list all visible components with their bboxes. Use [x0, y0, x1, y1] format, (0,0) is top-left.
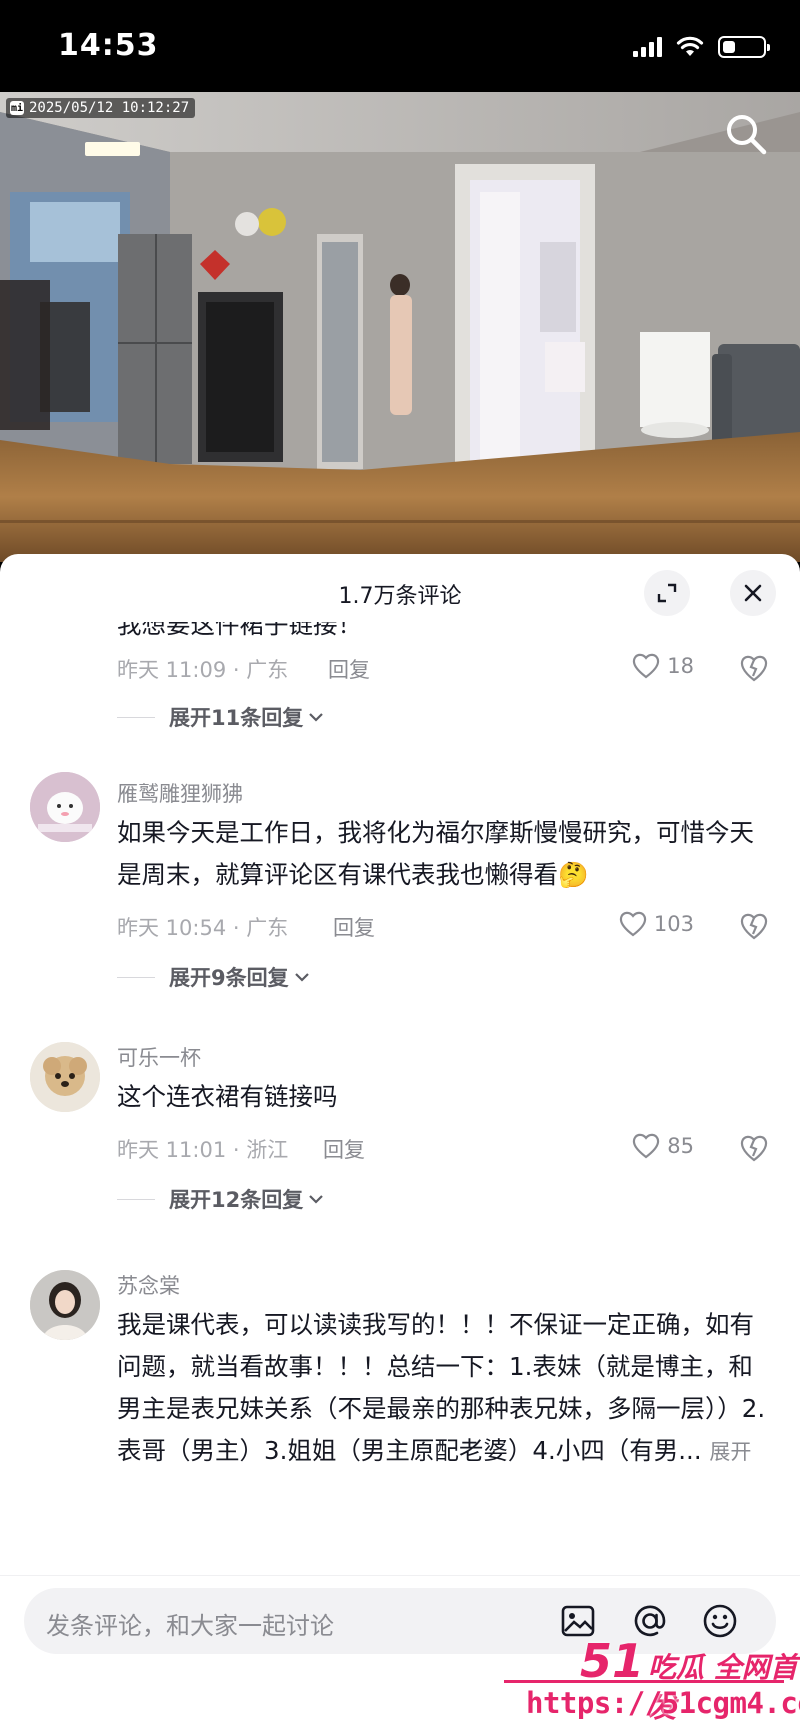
comment-list[interactable]: 我想要这件裙子链接！ 昨天 11:09 · 广东 回复 18 展开11条回复 雁… [0, 622, 800, 1622]
camera-brand-icon: mi [10, 101, 24, 115]
expand-replies-label: 展开9条回复 [169, 966, 289, 990]
like-count: 18 [667, 654, 694, 678]
expand-replies-button[interactable]: 展开9条回复 [117, 962, 311, 992]
comment-sheet: 1.7万条评论 我想要这件裙子链接！ 昨天 11:09 · 广东 回复 18 展… [0, 554, 800, 1732]
status-icons [633, 36, 770, 58]
reply-button[interactable]: 回复 [323, 1134, 365, 1164]
comment-item: 我想要这件裙子链接！ 昨天 11:09 · 广东 回复 18 [0, 622, 800, 712]
close-button[interactable] [730, 570, 776, 616]
like-button[interactable]: 103 [618, 910, 694, 938]
timestamp-text: 2025/05/12 10:12:27 [29, 100, 190, 116]
comment-text: 如果今天是工作日，我将化为福尔摩斯慢慢研究，可惜今天是周末，就算评论区有课代表我… [117, 818, 754, 889]
expand-sheet-button[interactable] [644, 570, 690, 616]
video-timestamp: mi 2025/05/12 10:12:27 [6, 98, 196, 118]
comment-username[interactable]: 苏念棠 [117, 1270, 180, 1300]
reply-button[interactable]: 回复 [333, 912, 375, 942]
comment-item: 可乐一杯 这个连衣裙有链接吗 昨天 11:01 · 浙江 回复 85 展开12条… [0, 1042, 800, 1222]
heart-icon [619, 911, 647, 937]
wifi-icon [676, 36, 704, 56]
divider [117, 716, 155, 718]
status-bar: 14:53 [0, 0, 800, 92]
close-icon [744, 584, 762, 602]
expand-replies-label: 展开12条回复 [169, 1188, 304, 1212]
comment-body: 我是课代表，可以读读我写的！！！不保证一定正确，如有问题，就当看故事！！！总结一… [117, 1310, 766, 1465]
expand-replies-button[interactable]: 展开11条回复 [117, 702, 325, 732]
comment-time-location: 昨天 11:09 · 广东 [117, 658, 289, 682]
chevron-down-icon [309, 1195, 324, 1204]
dislike-icon[interactable] [738, 910, 770, 942]
avatar-image [30, 772, 100, 842]
heart-icon [633, 1133, 660, 1159]
site-watermark: 51 吃瓜 全网首发 https://51cgm4.com [490, 1620, 800, 1732]
comment-item: 雁鹫雕狸狮狒 如果今天是工作日，我将化为福尔摩斯慢慢研究，可惜今天是周末，就算评… [0, 772, 800, 1002]
like-button[interactable]: 85 [631, 1132, 694, 1160]
comment-username[interactable]: 雁鹫雕狸狮狒 [117, 778, 243, 808]
watermark-url: https://51cgm4.com [526, 1686, 800, 1720]
comment-username[interactable]: 可乐一杯 [117, 1042, 201, 1072]
avatar[interactable] [30, 1270, 100, 1340]
avatar-image [30, 1042, 100, 1112]
avatar[interactable] [30, 772, 100, 842]
heart-icon [633, 653, 660, 679]
expand-replies-label: 展开11条回复 [169, 706, 304, 730]
chevron-down-icon [309, 713, 324, 722]
status-time: 14:53 [58, 28, 159, 63]
like-button[interactable]: 18 [631, 652, 694, 680]
battery-level [723, 41, 735, 53]
expand-replies-button[interactable]: 展开12条回复 [117, 1184, 325, 1214]
comment-time-location: 昨天 10:54 · 广东 [117, 916, 289, 940]
chevron-down-icon [294, 973, 309, 982]
dislike-icon[interactable] [738, 1132, 770, 1164]
search-icon [727, 115, 767, 155]
comment-item: 苏念棠 我是课代表，可以读读我写的！！！不保证一定正确，如有问题，就当看故事！！… [0, 1270, 800, 1600]
expand-text-button[interactable]: 展开 [709, 1440, 751, 1464]
room-scene-image [0, 92, 800, 562]
divider [117, 976, 155, 978]
comment-text: 我想要这件裙子链接！ [117, 622, 362, 639]
search-button[interactable] [722, 110, 770, 158]
input-placeholder: 发条评论，和大家一起讨论 [46, 1612, 334, 1640]
cellular-signal-icon [633, 37, 662, 57]
like-count: 85 [667, 1134, 694, 1158]
avatar-image [30, 1270, 100, 1340]
expand-icon [657, 583, 677, 603]
camera-video[interactable]: mi 2025/05/12 10:12:27 [0, 92, 800, 562]
like-count: 103 [653, 912, 694, 936]
comment-text: 我是课代表，可以读读我写的！！！不保证一定正确，如有问题，就当看故事！！！总结一… [117, 1304, 777, 1473]
comment-text: 这个连衣裙有链接吗 [117, 1082, 338, 1111]
battery-icon [718, 36, 770, 58]
avatar[interactable] [30, 1042, 100, 1112]
comment-time-location: 昨天 11:01 · 浙江 [117, 1138, 289, 1162]
reply-button[interactable]: 回复 [328, 654, 370, 684]
dislike-icon[interactable] [738, 652, 770, 684]
divider [117, 1198, 155, 1200]
watermark-rule [504, 1680, 784, 1683]
